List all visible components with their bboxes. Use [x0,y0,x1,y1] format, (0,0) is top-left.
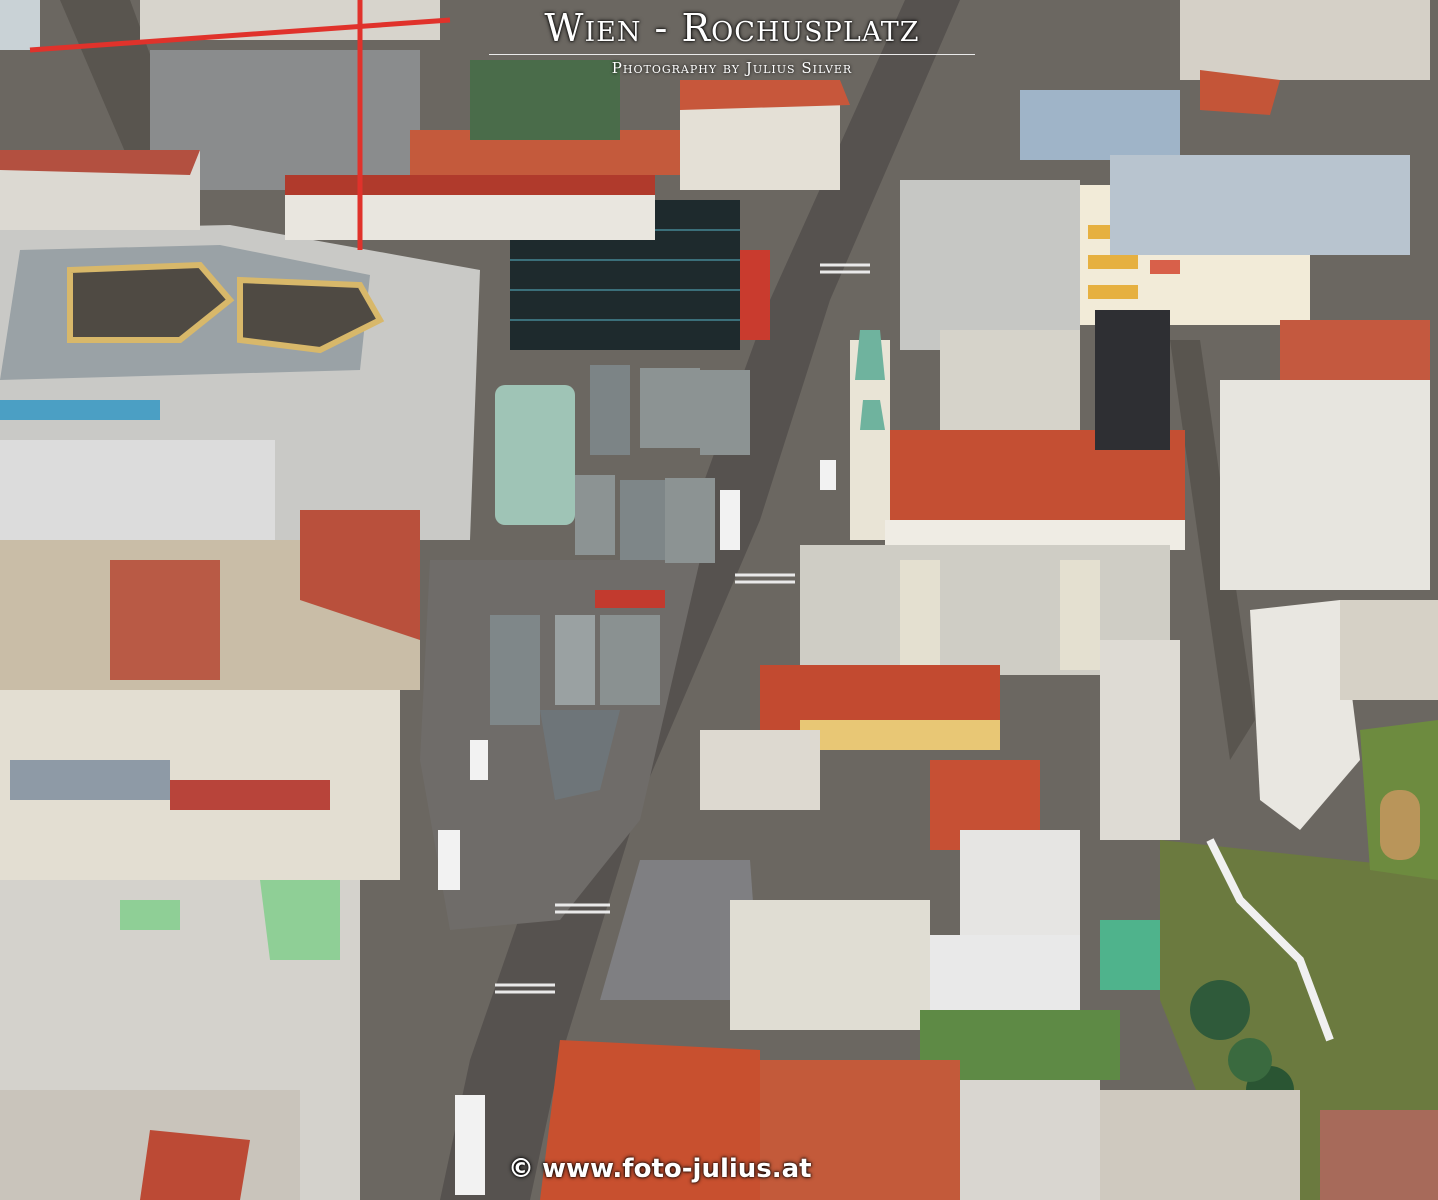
title-block: Wien - Rochusplatz Photography by Julius… [489,6,975,77]
church-tower [855,330,885,380]
aerial-photo: Wien - Rochusplatz Photography by Julius… [0,0,1438,1200]
photo-title: Wien - Rochusplatz [489,6,975,55]
watermark: © www.foto-julius.at [508,1151,878,1187]
photo-credit: Photography by Julius Silver [611,59,853,77]
watermark-url: www.foto-julius.at [542,1154,812,1184]
copyright-symbol: © [508,1154,534,1184]
aerial-city-scene [0,0,1438,1200]
